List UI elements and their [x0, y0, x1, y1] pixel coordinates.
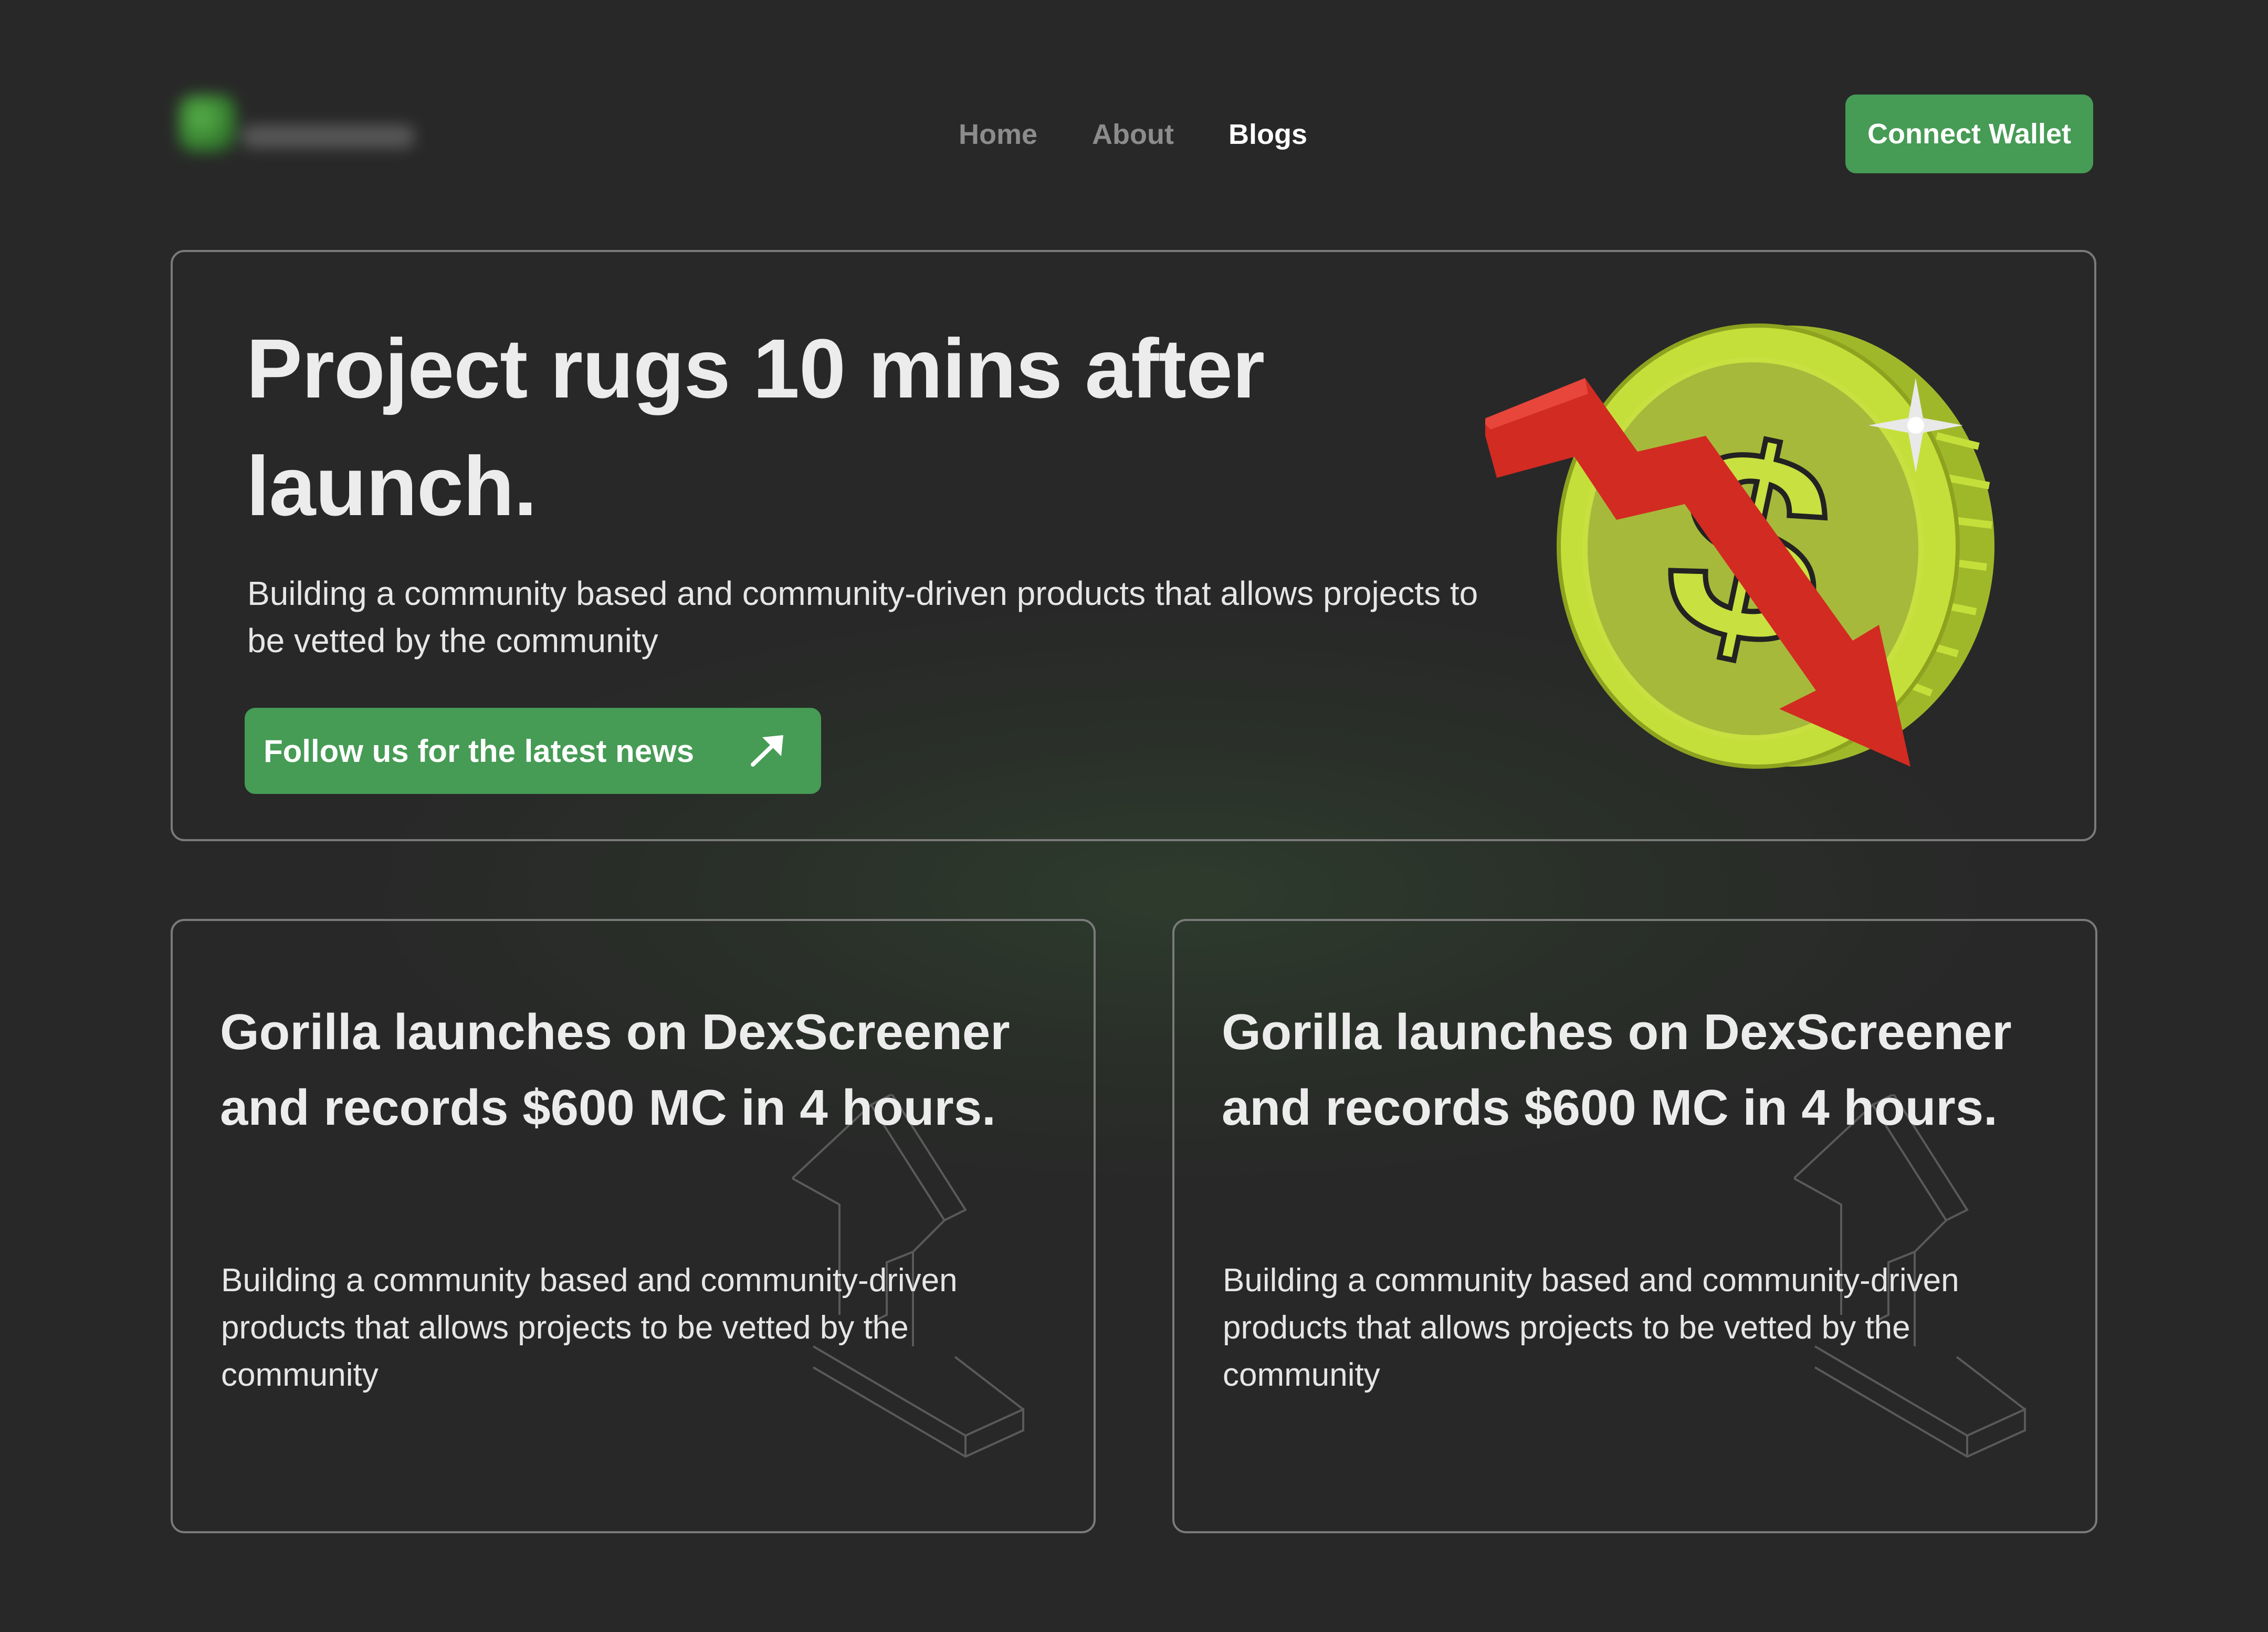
hero-title: Project rugs 10 mins after launch.: [246, 321, 1265, 533]
card-description: Building a community based and community…: [221, 1262, 958, 1393]
nav-about[interactable]: About: [1092, 113, 1174, 155]
main-nav: Home About Blogs: [959, 113, 1307, 155]
logo-wordmark: [242, 125, 415, 148]
card-title: Gorilla launches on DexScreener and reco…: [220, 1004, 1010, 1136]
arrow-up-right-icon: [751, 735, 783, 767]
follow-news-button[interactable]: Follow us for the latest news: [245, 708, 821, 794]
card-title: Gorilla launches on DexScreener and reco…: [1222, 1004, 2012, 1136]
hero-description: Building a community based and community…: [247, 574, 1478, 660]
nav-home[interactable]: Home: [959, 113, 1037, 155]
falling-dollar-coin-icon: $: [1485, 323, 1994, 769]
connect-wallet-button[interactable]: Connect Wallet: [1845, 95, 2093, 173]
news-card-1[interactable]: Gorilla launches on DexScreener and reco…: [171, 919, 1096, 1533]
page: Home About Blogs Connect Wallet Project …: [0, 0, 2268, 1632]
news-card-2[interactable]: Gorilla launches on DexScreener and reco…: [1172, 919, 2097, 1533]
follow-news-label: Follow us for the latest news: [264, 733, 695, 769]
hero-card: Project rugs 10 mins after launch. Build…: [171, 250, 2096, 841]
card-description: Building a community based and community…: [1223, 1262, 1959, 1393]
brand-logo[interactable]: [173, 84, 425, 179]
logo-mark-icon: [178, 95, 236, 152]
nav-blogs[interactable]: Blogs: [1228, 113, 1307, 155]
